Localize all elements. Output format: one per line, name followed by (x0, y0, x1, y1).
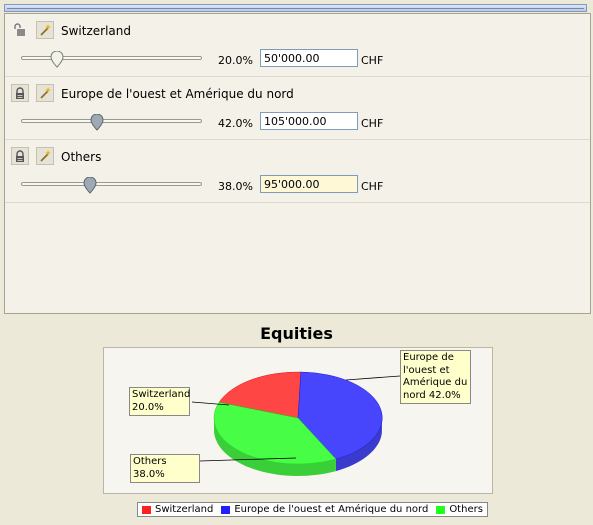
legend-label: Others (449, 504, 483, 515)
magic-wand-icon[interactable] (36, 21, 54, 39)
callout-line: Amérique du (403, 377, 468, 388)
slider-thumb[interactable] (90, 113, 104, 132)
callout-europe: Europe de l'ouest et Amérique du nord 42… (400, 350, 471, 404)
allocation-row-europe: Europe de l'ouest et Amérique du nord 42… (5, 77, 590, 140)
legend-item: Others (436, 504, 483, 515)
legend-label: Switzerland (155, 504, 214, 515)
amount-field[interactable] (260, 175, 358, 193)
callout-line: Others 38.0% (133, 456, 167, 480)
percent-value: 38.0% (218, 180, 253, 193)
allocation-row-others: Others 38.0% CHF (5, 140, 590, 203)
legend-item: Europe de l'ouest et Amérique du nord (221, 504, 428, 515)
row-label: Others (61, 150, 102, 164)
magic-wand-icon[interactable] (36, 84, 54, 102)
amount-field[interactable] (260, 49, 358, 67)
allocation-panel: Switzerland 20.0% CHF Europe de l'ouest … (4, 13, 591, 314)
currency-label: CHF (361, 54, 384, 67)
currency-label: CHF (361, 180, 384, 193)
percent-value: 20.0% (218, 54, 253, 67)
legend-swatch (142, 505, 151, 514)
chart-title: Equities (260, 324, 333, 343)
callout-line: Switzerland (132, 389, 191, 400)
magic-wand-icon[interactable] (36, 147, 54, 165)
legend-item: Switzerland (142, 504, 213, 515)
slider-thumb[interactable] (50, 50, 64, 69)
allocation-row-switzerland: Switzerland 20.0% CHF (5, 14, 590, 77)
amount-field[interactable] (260, 112, 358, 130)
row-label: Switzerland (61, 24, 131, 38)
lock-icon[interactable] (11, 84, 29, 102)
percent-value: 42.0% (218, 117, 253, 130)
currency-label: CHF (361, 117, 384, 130)
callout-line: nord 42.0% (403, 389, 461, 401)
window-title-bar[interactable] (4, 4, 587, 12)
allocation-slider[interactable] (21, 119, 202, 123)
callout-line: 20.0% (132, 401, 164, 413)
slider-thumb[interactable] (83, 176, 97, 195)
callout-leader (345, 375, 401, 381)
legend-swatch (221, 505, 231, 514)
callout-line: l'ouest et (403, 364, 450, 376)
pie-chart: Switzerland 20.0% Europe de l'ouest et A… (103, 347, 493, 494)
unlock-icon[interactable] (11, 21, 29, 39)
legend-label: Europe de l'ouest et Amérique du nord (234, 504, 429, 515)
callout-line: Europe de (403, 352, 454, 363)
chart-legend: Switzerland Europe de l'ouest et Amériqu… (137, 502, 488, 517)
legend-swatch (436, 505, 446, 514)
row-label: Europe de l'ouest et Amérique du nord (61, 87, 294, 101)
allocation-slider[interactable] (21, 182, 202, 186)
allocation-slider[interactable] (21, 56, 202, 60)
callout-switzerland: Switzerland 20.0% (129, 387, 190, 416)
lock-icon[interactable] (11, 147, 29, 165)
callout-others: Others 38.0% (130, 454, 200, 483)
